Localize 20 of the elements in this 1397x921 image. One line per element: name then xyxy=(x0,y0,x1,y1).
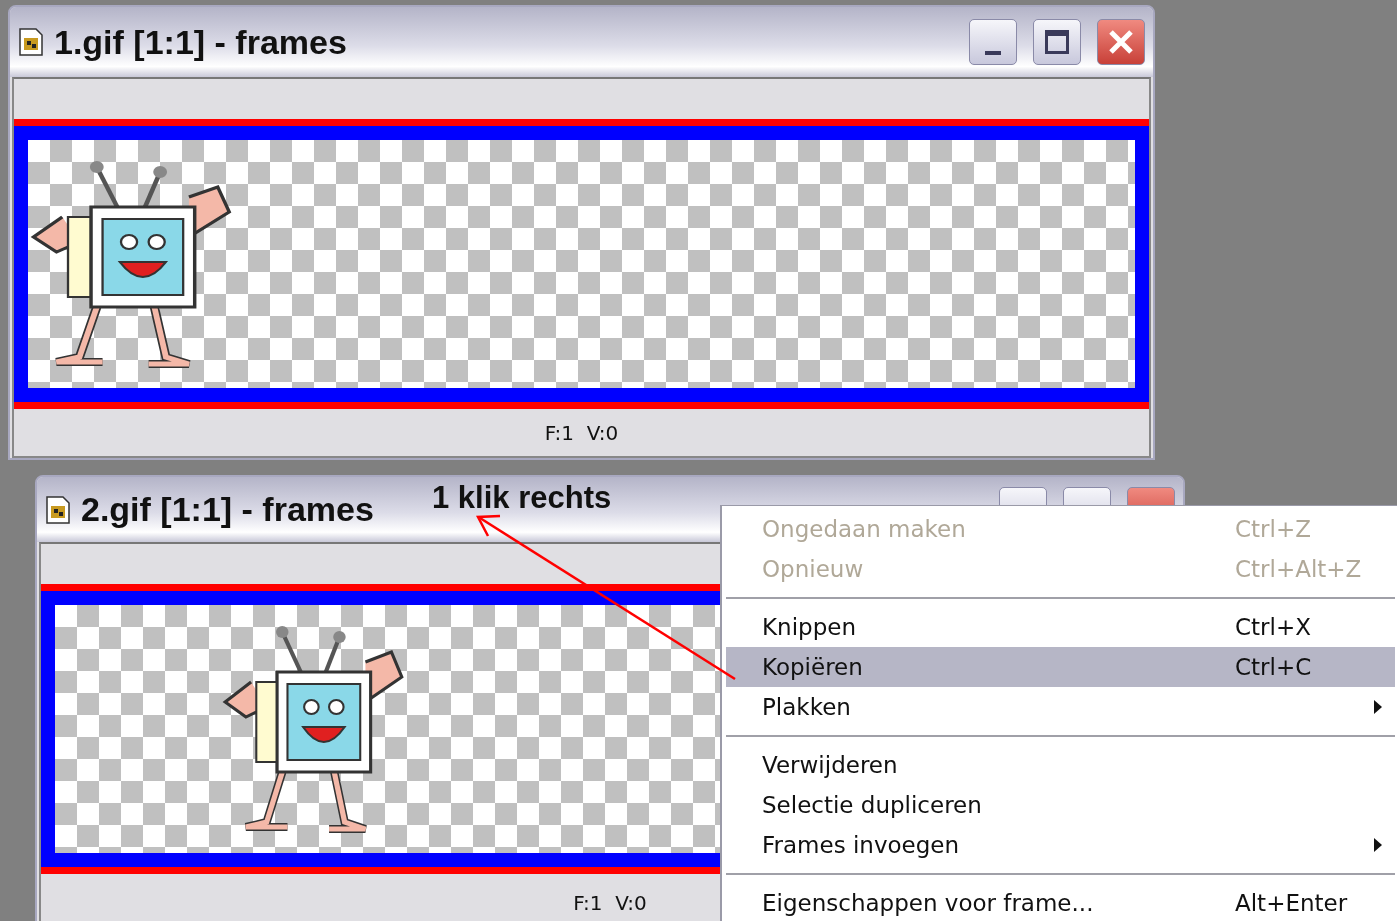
window-title: 2.gif [1:1] - frames xyxy=(81,490,374,529)
menu-item[interactable]: Kopiëren Ctrl+C xyxy=(726,647,1395,687)
frame-status: F:1 V:0 xyxy=(544,420,619,445)
annotation-text: 1 klik rechts xyxy=(432,480,612,516)
menu-item[interactable]: Plakken xyxy=(726,687,1395,727)
menu-item[interactable]: Knippen Ctrl+X xyxy=(726,607,1395,647)
maximize-button[interactable] xyxy=(1033,19,1081,65)
close-button[interactable] xyxy=(1097,19,1145,65)
menu-item[interactable]: Verwijderen xyxy=(726,745,1395,785)
menu-item[interactable]: Eigenschappen voor frame... Alt+Enter xyxy=(726,883,1395,921)
document-icon xyxy=(45,495,71,524)
menu-item[interactable]: Selectie dupliceren xyxy=(726,785,1395,825)
close-icon xyxy=(1109,30,1133,54)
minimize-button[interactable] xyxy=(969,19,1017,65)
frame-status: F:1 V:0 xyxy=(573,890,647,915)
document-icon xyxy=(18,28,44,56)
minimize-icon xyxy=(985,51,1001,55)
window-title: 1.gif [1:1] - frames xyxy=(54,22,347,62)
menu-item[interactable]: Frames invoegen xyxy=(726,825,1395,865)
maximize-icon xyxy=(1045,30,1069,54)
